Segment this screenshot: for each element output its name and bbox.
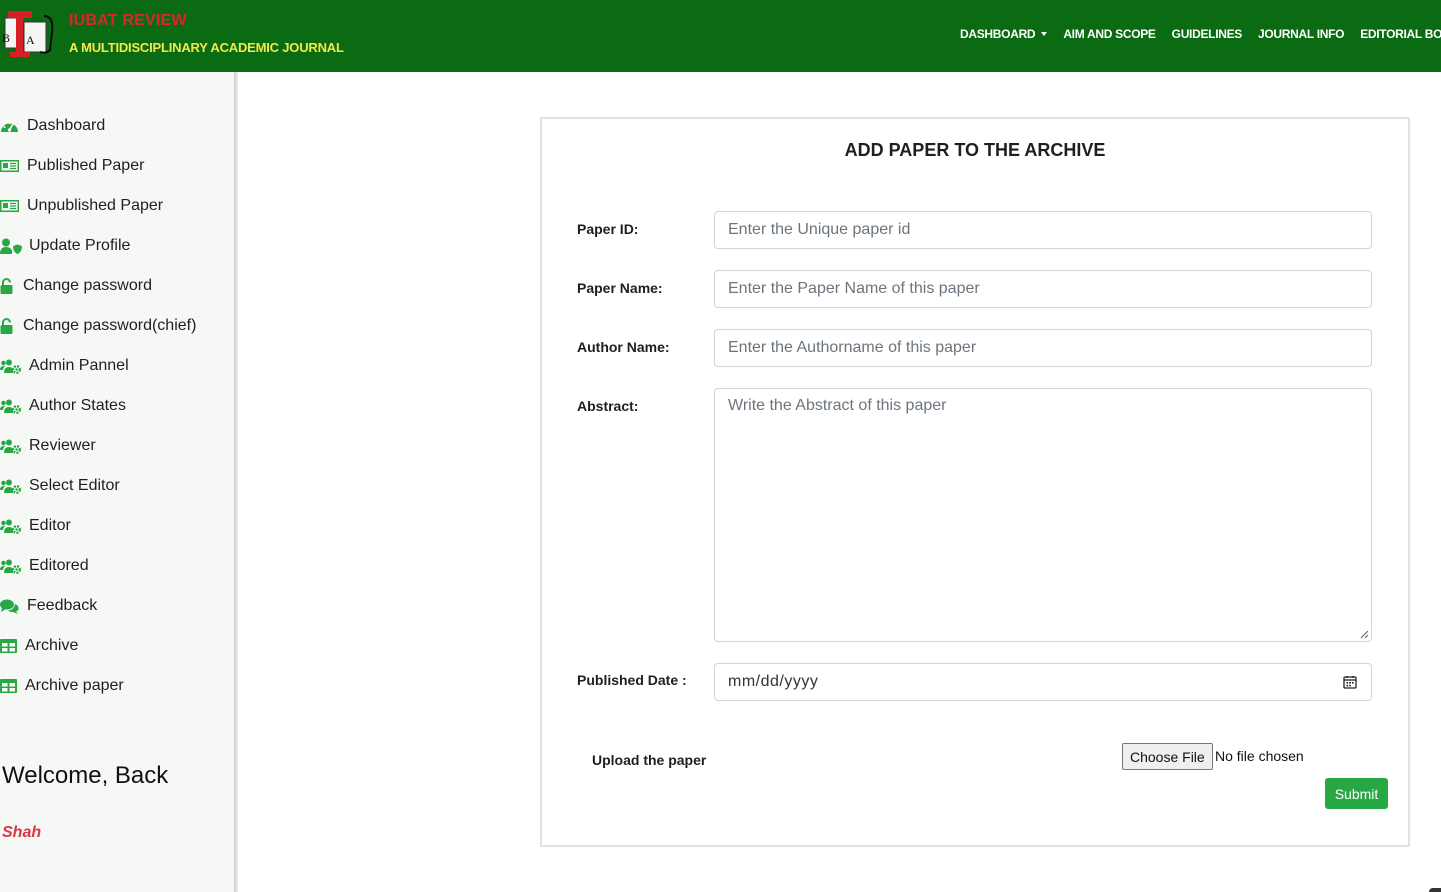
table-icon <box>0 678 18 694</box>
iubat-logo[interactable]: B A <box>0 8 56 60</box>
users-cog-icon <box>0 478 22 494</box>
abstract-placeholder: Write the Abstract of this paper <box>728 397 947 414</box>
published-date-input[interactable]: mm/dd/yyyy <box>714 663 1372 701</box>
sidebar-item-label: Archive paper <box>25 677 124 694</box>
sidebar-item-label: Editor <box>29 517 71 534</box>
sidebar-item-label: Archive <box>25 637 79 654</box>
comments-icon <box>0 598 20 614</box>
sidebar-item-update-profile[interactable]: Update Profile <box>0 226 196 266</box>
nav-journal-info[interactable]: JOURNAL INFO <box>1258 27 1344 41</box>
newspaper-icon <box>0 198 20 214</box>
abstract-textarea[interactable]: Write the Abstract of this paper <box>714 388 1372 642</box>
sidebar-item-select-editor[interactable]: Select Editor <box>0 466 196 506</box>
paper-name-label: Paper Name: <box>577 280 663 296</box>
unlock-icon <box>0 278 16 294</box>
users-cog-icon <box>0 518 22 534</box>
table-icon <box>0 638 18 654</box>
sidebar-item-label: Author States <box>29 397 126 414</box>
sidebar-item-label: Change password <box>23 277 152 294</box>
sidebar-item-author-states[interactable]: Author States <box>0 386 196 426</box>
paper-id-label: Paper ID: <box>577 221 639 237</box>
author-name-input[interactable]: Enter the Authorname of this paper <box>714 329 1372 367</box>
sidebar-divider <box>234 72 238 892</box>
sidebar-item-label: Unpublished Paper <box>27 197 164 214</box>
sidebar-item-admin-pannel[interactable]: Admin Pannel <box>0 346 196 386</box>
calendar-icon[interactable] <box>1343 675 1357 689</box>
page-title: ADD PAPER TO THE ARCHIVE <box>844 140 1106 160</box>
user-shield-icon <box>0 238 22 254</box>
nav-dashboard-label: DASHBOARD <box>960 27 1036 41</box>
sidebar-item-change-password-chief[interactable]: Change password(chief) <box>0 306 196 346</box>
submit-button[interactable]: Submit <box>1325 778 1388 809</box>
sidebar-item-archive[interactable]: Archive <box>0 626 196 666</box>
svg-text:B: B <box>2 31 10 45</box>
users-cog-icon <box>0 358 22 374</box>
sidebar-item-reviewer[interactable]: Reviewer <box>0 426 196 466</box>
sidebar-item-label: Change password(chief) <box>23 317 197 334</box>
username: Shah <box>2 824 42 841</box>
date-placeholder: mm/dd/yyyy <box>728 673 819 690</box>
file-status: No file chosen <box>1215 748 1304 764</box>
sidebar-item-change-password[interactable]: Change password <box>0 266 196 306</box>
sidebar-item-label: Dashboard <box>27 117 106 134</box>
sidebar-item-label: Select Editor <box>29 477 120 494</box>
users-cog-icon <box>0 558 22 574</box>
nav-aim-scope[interactable]: AIM AND SCOPE <box>1063 27 1156 41</box>
nav-dashboard-dropdown[interactable]: DASHBOARD <box>960 27 1048 41</box>
sidebar-item-editor[interactable]: Editor <box>0 506 196 546</box>
sidebar: Dashboard Published Paper Unpublished Pa… <box>0 72 234 892</box>
main-nav: DASHBOARD AIM AND SCOPE GUIDELINES JOURN… <box>960 27 1441 41</box>
caret-down-icon <box>1041 32 1048 36</box>
abstract-label: Abstract: <box>577 398 639 414</box>
author-name-label: Author Name: <box>577 339 670 355</box>
sidebar-item-label: Update Profile <box>29 237 131 254</box>
unlock-icon <box>0 318 16 334</box>
sidebar-item-feedback[interactable]: Feedback <box>0 586 196 626</box>
sidebar-item-label: Published Paper <box>27 157 145 174</box>
sidebar-item-label: Reviewer <box>29 437 96 454</box>
sidebar-item-label: Editored <box>29 557 89 574</box>
welcome-heading: Welcome, Back <box>2 762 169 789</box>
nav-editorial-board[interactable]: EDITORIAL BOARD <box>1360 27 1441 41</box>
users-cog-icon <box>0 438 22 454</box>
gauge-icon <box>0 118 20 134</box>
resize-handle-icon[interactable] <box>1360 630 1369 639</box>
brand-title[interactable]: IUBAT REVIEW <box>69 12 187 30</box>
paper-id-input[interactable]: Enter the Unique paper id <box>714 211 1372 249</box>
sidebar-item-dashboard[interactable]: Dashboard <box>0 106 196 146</box>
newspaper-icon <box>0 158 20 174</box>
sidebar-item-unpublished-paper[interactable]: Unpublished Paper <box>0 186 196 226</box>
choose-file-button[interactable]: Choose File <box>1122 743 1213 770</box>
sidebar-item-label: Feedback <box>27 597 98 614</box>
sidebar-item-published-paper[interactable]: Published Paper <box>0 146 196 186</box>
brand-subtitle: A MULTIDISCIPLINARY ACADEMIC JOURNAL <box>69 40 344 55</box>
sidebar-item-archive-paper[interactable]: Archive paper <box>0 666 196 706</box>
users-cog-icon <box>0 398 22 414</box>
scroll-corner <box>1429 888 1441 892</box>
top-navbar: B A IUBAT REVIEW A MULTIDISCIPLINARY ACA… <box>0 0 1441 72</box>
upload-label: Upload the paper <box>592 752 707 768</box>
sidebar-item-label: Admin Pannel <box>29 357 129 374</box>
svg-text:A: A <box>26 33 35 47</box>
add-paper-card: ADD PAPER TO THE ARCHIVE Paper ID: Enter… <box>540 117 1410 847</box>
sidebar-item-editored[interactable]: Editored <box>0 546 196 586</box>
sidebar-menu: Dashboard Published Paper Unpublished Pa… <box>0 106 196 706</box>
paper-name-input[interactable]: Enter the Paper Name of this paper <box>714 270 1372 308</box>
published-date-label: Published Date : <box>577 672 687 688</box>
nav-guidelines[interactable]: GUIDELINES <box>1172 27 1243 41</box>
